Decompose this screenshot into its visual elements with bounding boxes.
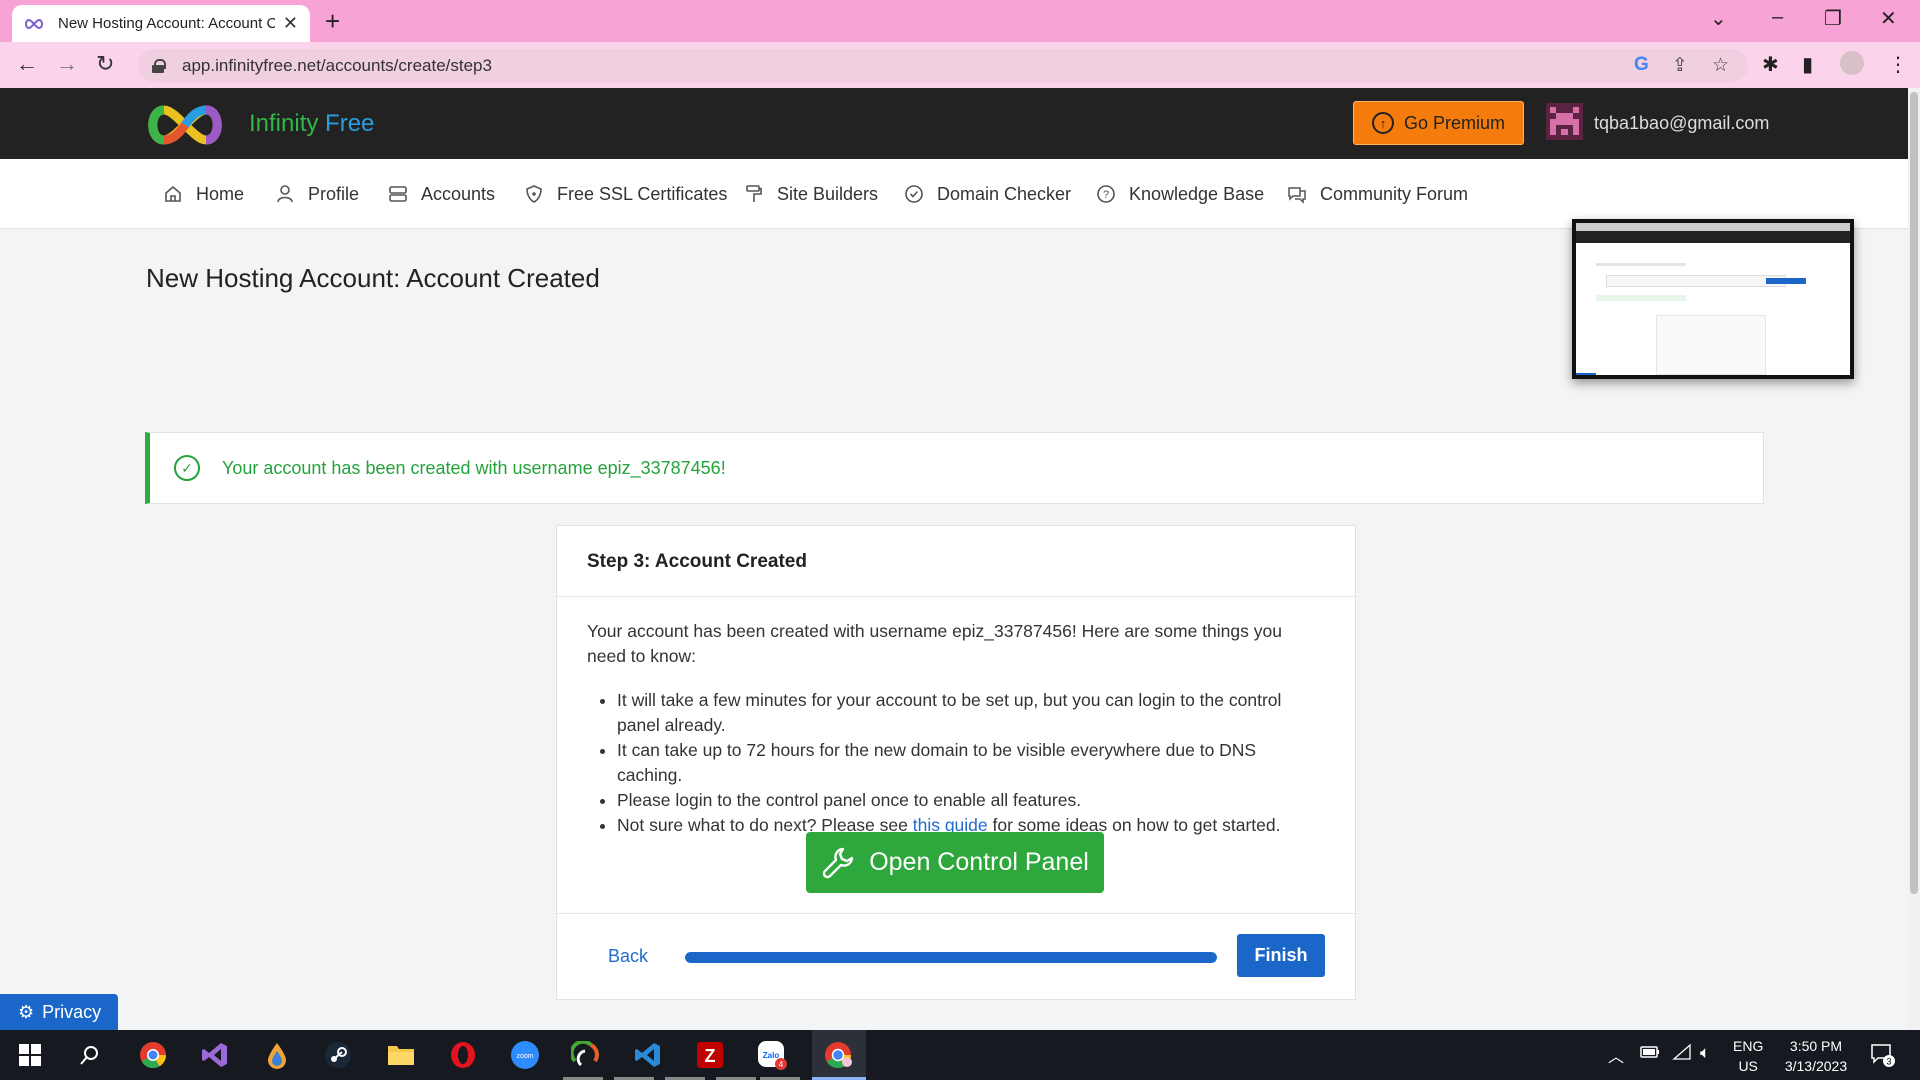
user-icon xyxy=(274,183,296,205)
page-scrollbar[interactable] xyxy=(1908,88,1920,1030)
step-card: Step 3: Account Created Your account has… xyxy=(556,525,1356,1000)
progress-bar xyxy=(685,952,1217,963)
lock-icon xyxy=(152,58,166,73)
profile-avatar-icon[interactable] xyxy=(1840,51,1864,75)
nav-item-domain-checker[interactable]: Domain Checker xyxy=(903,183,1071,205)
battery-icon[interactable] xyxy=(1640,1045,1660,1062)
vscode-icon[interactable] xyxy=(633,1040,663,1070)
list-item: It can take up to 72 hours for the new d… xyxy=(617,738,1325,788)
visual-studio-icon[interactable] xyxy=(200,1040,230,1070)
brand-name[interactable]: Infinity Free xyxy=(249,110,374,138)
nav-item-site-builders[interactable]: Site Builders xyxy=(743,183,878,205)
shield-icon xyxy=(523,183,545,205)
back-arrow-icon[interactable]: ← xyxy=(16,51,38,77)
help-circle-icon: ? xyxy=(1095,183,1117,205)
nav-item-accounts[interactable]: Accounts xyxy=(387,183,495,205)
back-link[interactable]: Back xyxy=(608,946,648,967)
filezilla-icon[interactable]: Z xyxy=(695,1040,725,1070)
nav-item-knowledge-base[interactable]: ? Knowledge Base xyxy=(1095,183,1264,205)
card-heading: Step 3: Account Created xyxy=(557,526,1355,597)
clock[interactable]: 3:50 PM 3/13/2023 xyxy=(1776,1036,1856,1076)
forward-arrow-icon[interactable]: → xyxy=(56,51,78,77)
reload-icon[interactable]: ↻ xyxy=(96,51,114,77)
alert-message: Your account has been created with usern… xyxy=(222,457,726,478)
language-indicator[interactable]: ENG US xyxy=(1733,1036,1763,1076)
go-premium-button[interactable]: ↑ Go Premium xyxy=(1353,101,1524,145)
browser-toolbar: ← → ↻ app.infinityfree.net/accounts/crea… xyxy=(0,42,1920,88)
chat-icon xyxy=(1286,183,1308,205)
browser-menu-icon[interactable]: ⋮ xyxy=(1888,52,1908,77)
svg-text:?: ? xyxy=(1103,189,1109,201)
tab-title: New Hosting Account: Account C xyxy=(58,15,275,32)
new-tab-icon[interactable]: + xyxy=(325,6,340,37)
url-text: app.infinityfree.net/accounts/create/ste… xyxy=(182,55,492,75)
wifi-icon[interactable] xyxy=(1672,1043,1692,1064)
svg-text:zoom: zoom xyxy=(516,1053,533,1060)
svg-text:Z: Z xyxy=(705,1046,716,1066)
svg-text:3: 3 xyxy=(1886,1057,1891,1067)
user-avatar[interactable] xyxy=(1546,103,1583,140)
browser-tab-bar: New Hosting Account: Account C ✕ + ⌄ – ❐… xyxy=(0,0,1920,42)
card-intro: Your account has been created with usern… xyxy=(587,621,1282,666)
share-icon[interactable]: ⇪ xyxy=(1672,54,1688,77)
tab-close-icon[interactable]: ✕ xyxy=(283,13,298,34)
chrome-profile-icon[interactable] xyxy=(823,1040,853,1070)
site-header: Infinity Free ↑ Go Premium tqba1bao@gmai… xyxy=(0,88,1908,159)
paint-roller-icon xyxy=(743,183,765,205)
svg-text:Zalo: Zalo xyxy=(763,1051,780,1060)
windows-start-icon[interactable] xyxy=(15,1040,45,1070)
anaconda-icon[interactable] xyxy=(570,1040,600,1070)
address-bar[interactable]: app.infinityfree.net/accounts/create/ste… xyxy=(138,49,1748,82)
infinity-logo-icon[interactable] xyxy=(143,104,227,146)
extensions-puzzle-icon[interactable]: ✱ xyxy=(1762,52,1779,77)
infinity-favicon-icon xyxy=(24,17,46,31)
check-circle-icon xyxy=(903,183,925,205)
card-body: Your account has been created with usern… xyxy=(557,597,1355,838)
open-control-panel-button[interactable]: Open Control Panel xyxy=(806,832,1104,893)
gear-icon: ⚙ xyxy=(18,1002,35,1022)
nav-item-free-ssl[interactable]: Free SSL Certificates xyxy=(523,183,727,205)
card-footer: Back Finish xyxy=(557,913,1355,1001)
wrench-icon xyxy=(822,847,854,878)
screenshot-thumbnail[interactable] xyxy=(1572,219,1854,379)
side-panel-icon[interactable]: ▮ xyxy=(1802,52,1813,77)
privacy-button[interactable]: ⚙ Privacy xyxy=(0,994,118,1031)
file-explorer-icon[interactable] xyxy=(386,1040,416,1070)
zoom-icon[interactable]: zoom xyxy=(510,1040,540,1070)
chrome-icon[interactable] xyxy=(138,1040,168,1070)
list-item: Please login to the control panel once t… xyxy=(617,788,1325,813)
drop-app-icon[interactable] xyxy=(262,1040,292,1070)
minimize-icon[interactable]: – xyxy=(1772,6,1783,29)
steam-icon[interactable] xyxy=(323,1040,353,1070)
arrow-up-circle-icon: ↑ xyxy=(1371,112,1394,134)
server-icon xyxy=(387,183,409,205)
zalo-icon[interactable]: Zalo 4 xyxy=(757,1040,787,1070)
google-icon[interactable]: G xyxy=(1634,54,1649,76)
tray-chevron-icon[interactable]: ︿ xyxy=(1608,1043,1624,1067)
nav-item-community-forum[interactable]: Community Forum xyxy=(1286,183,1468,205)
list-item: It will take a few minutes for your acco… xyxy=(617,688,1325,738)
success-alert: ✓ Your account has been created with use… xyxy=(145,432,1764,504)
finish-button[interactable]: Finish xyxy=(1237,934,1325,977)
search-icon[interactable] xyxy=(75,1040,105,1070)
check-circle-icon: ✓ xyxy=(174,455,200,481)
volume-icon[interactable]: 🔈︎ xyxy=(1700,1043,1710,1063)
browser-tab[interactable]: New Hosting Account: Account C ✕ xyxy=(12,5,310,42)
info-list: It will take a few minutes for your acco… xyxy=(587,688,1325,838)
notification-icon[interactable]: 3 xyxy=(1870,1042,1896,1071)
tab-search-chevron-icon[interactable]: ⌄ xyxy=(1710,6,1727,31)
nav-item-home[interactable]: Home xyxy=(162,183,244,205)
bookmark-star-icon[interactable]: ☆ xyxy=(1712,54,1729,77)
progress-fill xyxy=(685,952,1217,963)
restore-icon[interactable]: ❐ xyxy=(1824,6,1842,31)
svg-text:4: 4 xyxy=(779,1060,784,1069)
close-window-icon[interactable]: ✕ xyxy=(1880,6,1897,31)
opera-icon[interactable] xyxy=(448,1040,478,1070)
nav-item-profile[interactable]: Profile xyxy=(274,183,359,205)
user-email[interactable]: tqba1bao@gmail.com xyxy=(1594,113,1769,134)
home-icon xyxy=(162,183,184,205)
page-title: New Hosting Account: Account Created xyxy=(146,263,600,293)
windows-taskbar: zoom Z Zalo 4 ︿ 🔈︎ ENG US 3:50 PM 3/13/20… xyxy=(0,1030,1920,1080)
